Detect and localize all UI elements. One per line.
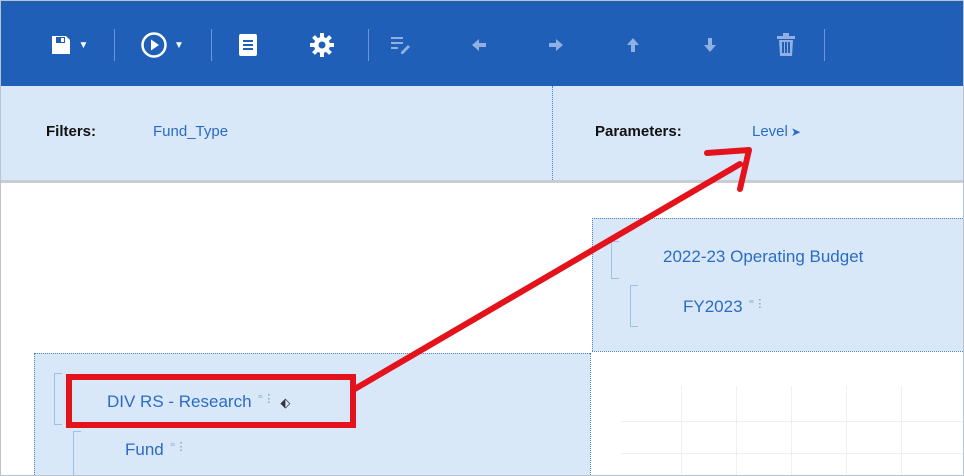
annotation-overlay: [66, 147, 752, 428]
annotation-arrow: [350, 161, 743, 393]
highlight-box: [66, 374, 356, 428]
report-designer: ▼ ▼ Filters: Fund_Type Parameters: Level…: [0, 0, 964, 476]
